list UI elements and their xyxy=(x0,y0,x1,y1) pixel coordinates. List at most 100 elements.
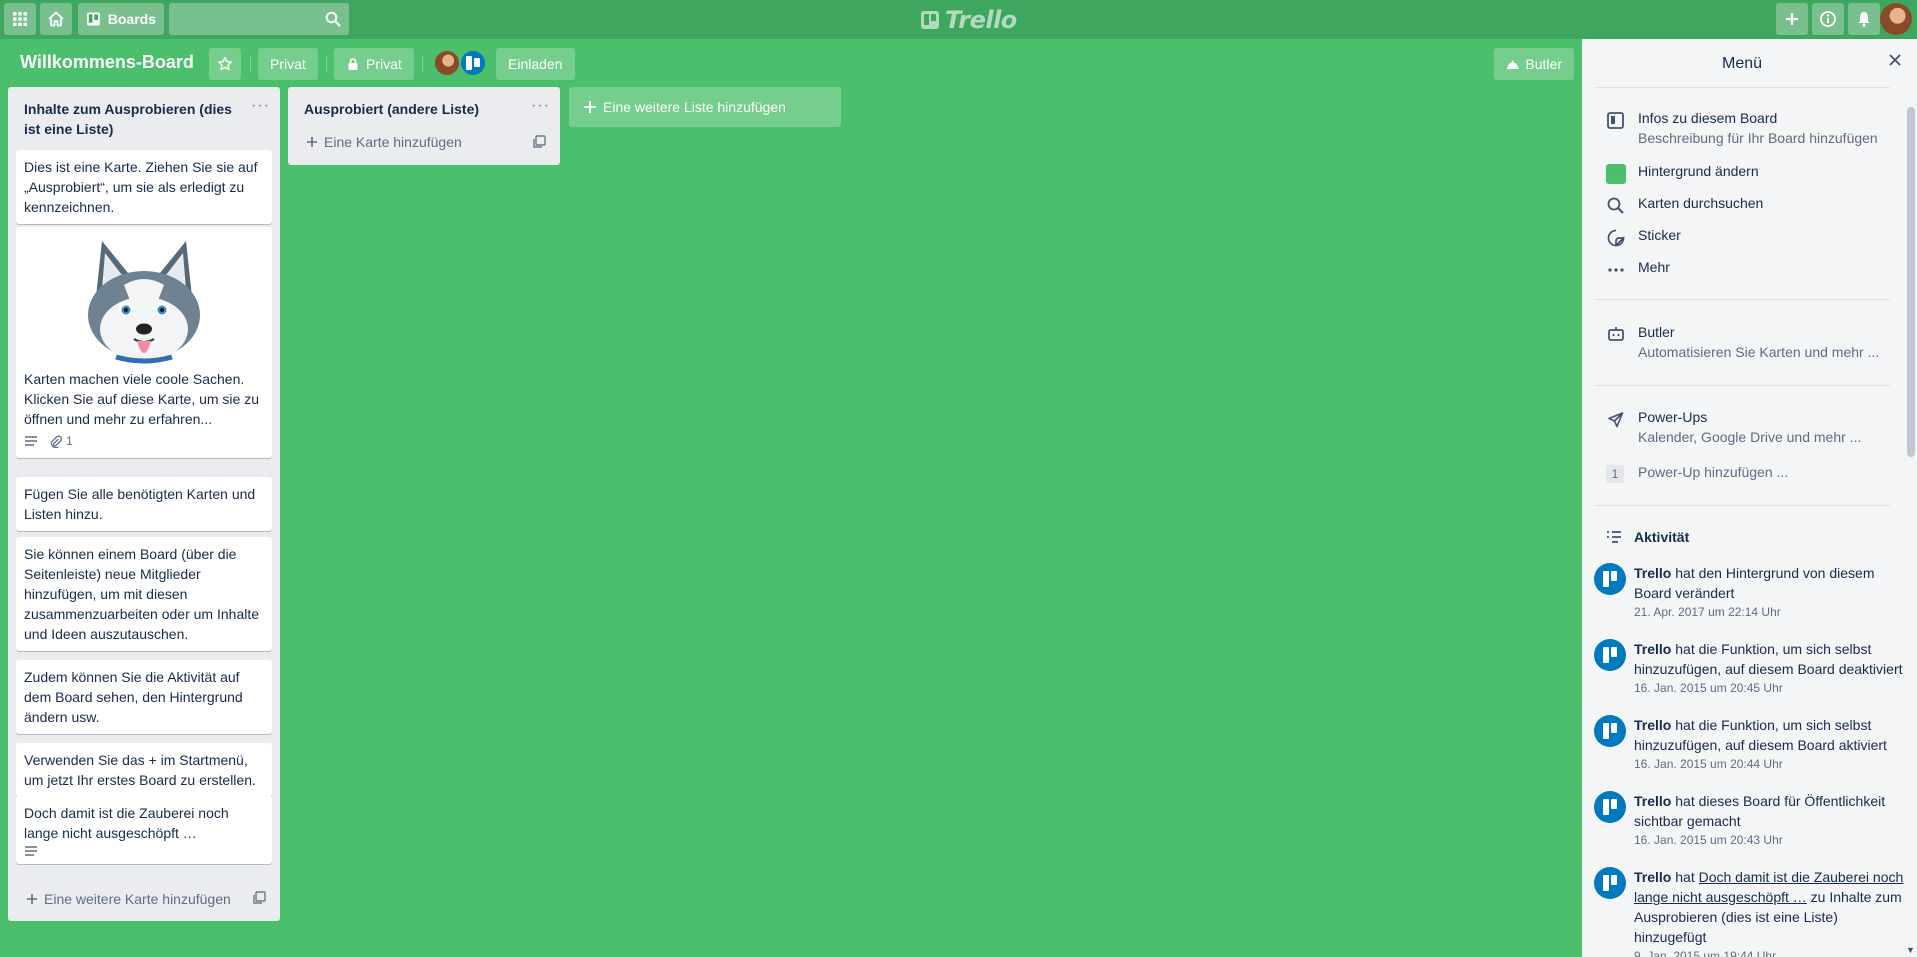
activity-text: hat die Funktion, um sich selbst hinzuzu… xyxy=(1634,641,1903,677)
search-icon[interactable] xyxy=(325,11,341,27)
board-title[interactable]: Willkommens-Board xyxy=(20,52,194,73)
activity-date[interactable]: 16. Jan. 2015 um 20:44 Uhr xyxy=(1634,755,1904,773)
visibility-button[interactable]: Privat xyxy=(334,48,414,80)
home-button[interactable] xyxy=(40,3,72,35)
attachment-badge: 1 xyxy=(50,431,73,451)
list-title[interactable]: Ausprobiert (andere Liste) xyxy=(288,87,560,119)
bell-icon xyxy=(1858,12,1870,27)
activity-text: hat die Funktion, um sich selbst hinzuzu… xyxy=(1634,717,1887,753)
add-card-button[interactable]: Eine weitere Karte hinzufügen xyxy=(26,891,231,907)
add-list-button[interactable]: Eine weitere Liste hinzufügen xyxy=(569,87,841,127)
sticker-icon xyxy=(1607,229,1625,247)
add-card-label: Eine Karte hinzufügen xyxy=(324,134,462,150)
activity-text: hat dieses Board für Öffentlichkeit sich… xyxy=(1634,793,1886,829)
card[interactable]: Zudem können Sie die Aktivität auf dem B… xyxy=(16,660,272,734)
card[interactable]: Sie können einem Board (über die Seitenl… xyxy=(16,537,272,651)
list-menu-button[interactable]: ··· xyxy=(251,97,270,115)
card-with-cover[interactable]: Karten machen viele coole Sachen. Klicke… xyxy=(16,227,272,458)
create-button[interactable] xyxy=(1776,3,1808,35)
apps-button[interactable] xyxy=(4,3,36,35)
user-avatar[interactable] xyxy=(1880,3,1912,35)
menu-item-butler[interactable]: Butler Automatisieren Sie Karten und meh… xyxy=(1606,324,1896,366)
attachment-icon xyxy=(50,435,62,448)
menu-item-stickers[interactable]: Sticker xyxy=(1606,227,1896,249)
menu-item-subtitle: Kalender, Google Drive und mehr ... xyxy=(1638,429,1862,445)
trello-avatar[interactable] xyxy=(1594,563,1626,595)
activity-user[interactable]: Trello xyxy=(1634,717,1671,733)
boards-button[interactable]: Boards xyxy=(78,3,164,35)
trello-avatar[interactable] xyxy=(1594,867,1626,899)
create-from-template-button[interactable] xyxy=(252,891,266,905)
card[interactable]: Doch damit ist die Zauberei noch lange n… xyxy=(16,796,272,864)
menu-item-search-cards[interactable]: Karten durchsuchen xyxy=(1606,195,1896,217)
plus-icon xyxy=(584,101,596,113)
power-up-count-badge: 1 xyxy=(1606,465,1624,483)
more-icon xyxy=(1608,268,1624,272)
member-avatar[interactable] xyxy=(433,49,461,77)
menu-item-subtitle: Automatisieren Sie Karten und mehr ... xyxy=(1638,344,1880,360)
info-icon xyxy=(1820,11,1836,27)
butler-button[interactable]: Butler xyxy=(1494,48,1574,80)
add-list-label: Eine weitere Liste hinzufügen xyxy=(603,99,786,115)
menu-item-about-board[interactable]: Infos zu diesem Board Beschreibung für I… xyxy=(1606,110,1896,152)
trello-avatar[interactable] xyxy=(1594,791,1626,823)
close-menu-button[interactable] xyxy=(1888,53,1902,67)
member-avatar-trello[interactable] xyxy=(459,49,487,77)
team-visibility-label: Privat xyxy=(270,56,306,72)
activity-date[interactable]: 16. Jan. 2015 um 20:43 Uhr xyxy=(1634,831,1904,849)
power-ups-icon xyxy=(1608,412,1624,428)
list-done[interactable]: Ausprobiert (andere Liste) ··· Eine Kart… xyxy=(288,87,560,165)
search-input[interactable] xyxy=(169,3,349,35)
divider xyxy=(422,56,423,72)
activity-header: Aktivität xyxy=(1606,529,1689,545)
activity-user[interactable]: Trello xyxy=(1634,793,1671,809)
trello-avatar[interactable] xyxy=(1594,715,1626,747)
scroll-down-arrow[interactable]: ▼ xyxy=(1906,945,1916,955)
activity-user[interactable]: Trello xyxy=(1634,565,1671,581)
card-title: Fügen Sie alle benötigten Karten und Lis… xyxy=(24,486,256,522)
card[interactable]: Verwenden Sie das + im Startmenü, um jet… xyxy=(16,743,272,797)
description-icon xyxy=(25,436,37,446)
plus-icon xyxy=(27,894,37,904)
menu-item-subtitle: Beschreibung für Ihr Board hinzufügen xyxy=(1638,130,1878,146)
menu-item-power-ups[interactable]: Power-Ups Kalender, Google Drive und meh… xyxy=(1606,409,1896,451)
trello-logo[interactable]: Trello xyxy=(920,6,1017,34)
notifications-button[interactable] xyxy=(1848,3,1880,35)
activity-text: hat den Hintergrund von diesem Board ver… xyxy=(1634,565,1875,601)
trello-avatar[interactable] xyxy=(1594,639,1626,671)
divider xyxy=(326,56,327,72)
add-card-label: Eine weitere Karte hinzufügen xyxy=(44,891,231,907)
top-header: Boards Trello xyxy=(0,0,1917,39)
create-from-template-button[interactable] xyxy=(532,135,546,149)
activity-user[interactable]: Trello xyxy=(1634,869,1671,885)
boards-label: Boards xyxy=(107,11,156,27)
butler-label: Butler xyxy=(1525,56,1562,72)
add-card-button[interactable]: Eine Karte hinzufügen xyxy=(306,134,462,150)
search-icon xyxy=(1607,197,1624,214)
activity-date[interactable]: 16. Jan. 2015 um 20:45 Uhr xyxy=(1634,679,1904,697)
info-button[interactable] xyxy=(1812,3,1844,35)
list-menu-button[interactable]: ··· xyxy=(531,97,550,115)
activity-date[interactable]: 21. Apr. 2017 um 22:14 Uhr xyxy=(1634,603,1904,621)
team-visibility-button[interactable]: Privat xyxy=(258,48,318,80)
activity-user[interactable]: Trello xyxy=(1634,641,1671,657)
description-icon xyxy=(25,846,37,856)
activity-date[interactable]: 9. Jan. 2015 um 19:44 Uhr xyxy=(1634,947,1904,957)
list-ideas[interactable]: Inhalte zum Ausprobieren (dies ist eine … xyxy=(8,87,280,921)
menu-item-more[interactable]: Mehr xyxy=(1606,259,1896,281)
menu-item-add-power-up[interactable]: 1 Power-Up hinzufügen ... xyxy=(1606,464,1896,486)
activity-text: hat xyxy=(1675,869,1695,885)
list-title[interactable]: Inhalte zum Ausprobieren (dies ist eine … xyxy=(8,87,280,139)
card[interactable]: Dies ist eine Karte. Ziehen Sie sie auf … xyxy=(16,150,272,224)
star-button[interactable] xyxy=(209,48,241,80)
menu-item-label: Sticker xyxy=(1638,227,1681,243)
butler-bot-icon xyxy=(1608,327,1624,341)
menu-scrollbar[interactable] xyxy=(1907,107,1915,457)
template-icon xyxy=(253,891,266,904)
menu-item-change-background[interactable]: Hintergrund ändern xyxy=(1606,163,1896,185)
menu-item-label: Infos zu diesem Board xyxy=(1638,110,1778,126)
plus-icon xyxy=(307,137,317,147)
boards-icon xyxy=(86,12,100,26)
card[interactable]: Fügen Sie alle benötigten Karten und Lis… xyxy=(16,477,272,531)
invite-button[interactable]: Einladen xyxy=(496,48,575,80)
